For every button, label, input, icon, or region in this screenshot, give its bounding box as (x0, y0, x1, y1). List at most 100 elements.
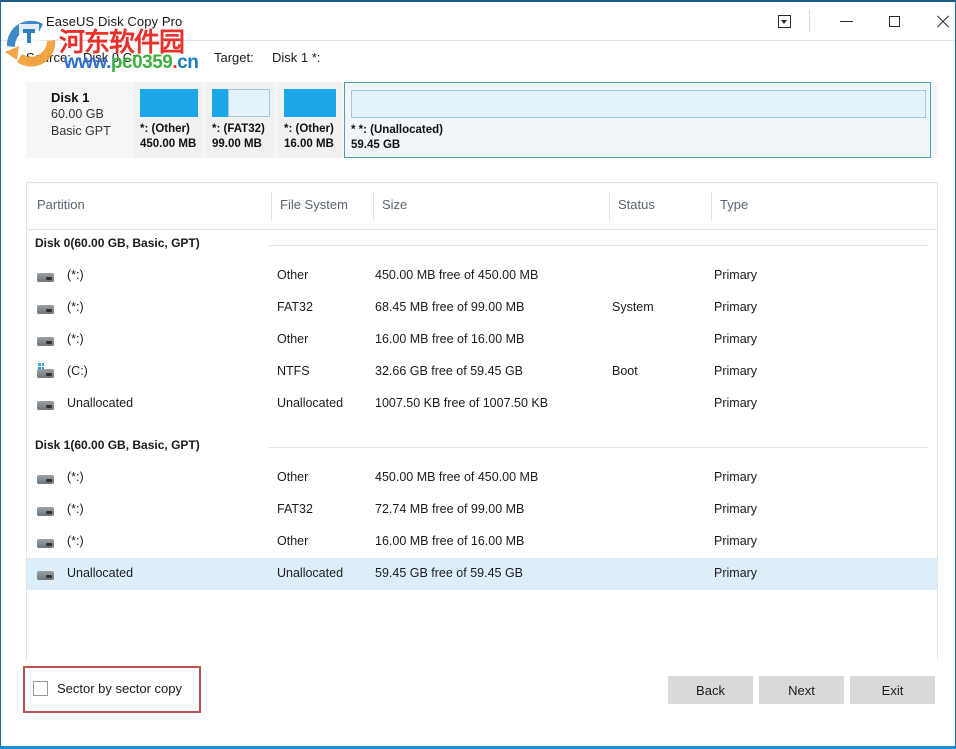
cell-partition: (*:) (67, 332, 84, 346)
system-drive-icon (37, 367, 54, 378)
cell-size: 450.00 MB free of 450.00 MB (375, 470, 538, 484)
cell-size: 59.45 GB free of 59.45 GB (375, 566, 523, 580)
cell-type: Primary (714, 300, 757, 314)
partition-table: Partition File System Size Status Type D… (26, 182, 938, 662)
column-header-partition[interactable]: Partition (37, 197, 85, 212)
table-row[interactable]: (*:) Other 450.00 MB free of 450.00 MB Prim… (27, 260, 937, 292)
restore-down-menu-button[interactable] (761, 2, 807, 40)
cell-filesystem: Other (277, 332, 308, 346)
drive-icon (37, 569, 54, 580)
cell-partition: (*:) (67, 268, 84, 282)
drive-icon (37, 505, 54, 516)
disk-segment[interactable]: *: (Other) 450.00 MB (134, 82, 202, 158)
column-header-size[interactable]: Size (382, 197, 407, 212)
disk-segment-size: 99.00 MB (212, 138, 262, 150)
table-row[interactable]: (*:) Other 450.00 MB free of 450.00 MB Prim… (27, 462, 937, 494)
cell-filesystem: Unallocated (277, 566, 343, 580)
disk-segment-size: 450.00 MB (140, 138, 196, 150)
column-divider[interactable] (373, 191, 374, 221)
cell-type: Primary (714, 396, 757, 410)
column-header-filesystem[interactable]: File System (280, 197, 348, 212)
source-target-bar: Source: Disk 0 C: Target: Disk 1 *: (1, 41, 955, 75)
cell-status: System (612, 300, 654, 314)
column-header-status[interactable]: Status (618, 197, 655, 212)
disk-segment-size: 16.00 MB (284, 138, 334, 150)
drive-icon (37, 399, 54, 410)
source-value: Disk 0 C: (83, 50, 136, 65)
maximize-button[interactable] (871, 2, 917, 40)
column-divider[interactable] (609, 191, 610, 221)
minimize-icon (840, 21, 853, 22)
cell-type: Primary (714, 566, 757, 580)
sector-by-sector-checkbox[interactable] (33, 681, 48, 696)
cell-partition: (*:) (67, 534, 84, 548)
disk-segment-label: *: (Other) (140, 123, 190, 135)
cell-filesystem: Other (277, 470, 308, 484)
column-header-type[interactable]: Type (720, 197, 748, 212)
disk-segment-label: * *: (Unallocated) (351, 124, 443, 136)
back-button[interactable]: Back (668, 676, 753, 704)
close-icon (936, 15, 949, 28)
column-divider[interactable] (271, 191, 272, 221)
disk-map-panel: Disk 1 60.00 GB Basic GPT *: (Other)450.… (26, 82, 938, 158)
window-title: EaseUS Disk Copy Pro (46, 14, 182, 29)
cell-size: 72.74 MB free of 99.00 MB (375, 502, 524, 516)
cell-type: Primary (714, 364, 757, 378)
drive-icon (37, 473, 54, 484)
disk-segment[interactable]: *: (Other) 16.00 MB (278, 82, 342, 158)
cell-filesystem: FAT32 (277, 300, 313, 314)
maximize-icon (889, 16, 900, 27)
group-spacer (27, 590, 937, 602)
disk-segment[interactable]: *: (FAT32) 99.00 MB (206, 82, 274, 158)
disk-group-rule (269, 245, 929, 246)
cell-partition: Unallocated (67, 396, 133, 410)
target-value: Disk 1 *: (272, 50, 320, 65)
cell-size: 450.00 MB free of 450.00 MB (375, 268, 538, 282)
cell-type: Primary (714, 470, 757, 484)
sector-by-sector-label[interactable]: Sector by sector copy (57, 681, 182, 696)
disk-segment-label: *: (FAT32) (212, 123, 265, 135)
table-row[interactable]: (*:)Other16.00 MB free of 16.00 MBPrimar… (27, 526, 937, 558)
column-divider[interactable] (711, 191, 712, 221)
table-row[interactable]: Unallocated Unallocated 59.45 GB free of 5… (27, 558, 937, 590)
target-label: Target: (214, 50, 254, 65)
next-button[interactable]: Next (759, 676, 844, 704)
drive-icon (37, 335, 54, 346)
close-button[interactable] (919, 2, 956, 40)
cell-partition: Unallocated (67, 566, 133, 580)
cell-partition: (*:) (67, 470, 84, 484)
cell-filesystem: Other (277, 268, 308, 282)
cell-size: 32.66 GB free of 59.45 GB (375, 364, 523, 378)
disk-group-title: Disk 0(60.00 GB, Basic, GPT) (35, 236, 200, 250)
table-row[interactable]: (C:)NTFS32.66 GB free of 59.45 GBBootPri… (27, 356, 937, 388)
disk-segment-label: *: (Other) (284, 123, 334, 135)
cell-partition: (C:) (67, 364, 88, 378)
cell-type: Primary (714, 268, 757, 282)
table-header: Partition File System Size Status Type (27, 183, 937, 230)
table-body: Disk 0(60.00 GB, Basic, GPT) (*:) Other 450… (27, 230, 937, 602)
disk-group-header: Disk 1(60.00 GB, Basic, GPT) (27, 432, 937, 462)
cell-size: 68.45 MB free of 99.00 MB (375, 300, 524, 314)
titlebar-divider (809, 10, 810, 32)
cell-filesystem: FAT32 (277, 502, 313, 516)
minimize-button[interactable] (823, 2, 869, 40)
cell-type: Primary (714, 332, 757, 346)
cell-type: Primary (714, 502, 757, 516)
disk-segment-bar (284, 89, 336, 117)
disk-segment-bar (351, 90, 926, 118)
table-row[interactable]: (*:) FAT32 68.45 MB free of 99.00 MB System… (27, 292, 937, 324)
drive-icon (37, 271, 54, 282)
table-row[interactable]: (*:)Other16.00 MB free of 16.00 MBPrimar… (27, 324, 937, 356)
cell-partition: (*:) (67, 300, 84, 314)
exit-button[interactable]: Exit (850, 676, 935, 704)
cell-filesystem: Other (277, 534, 308, 548)
disk-segment-free (228, 89, 270, 117)
cell-type: Primary (714, 534, 757, 548)
cell-partition: (*:) (67, 502, 84, 516)
table-row[interactable]: (*:) FAT32 72.74 MB free of 99.00 MB Primar… (27, 494, 937, 526)
table-row[interactable]: UnallocatedUnallocated1007.50 KB free of… (27, 388, 937, 420)
disk-segment[interactable]: * *: (Unallocated)59.45 GB (344, 82, 931, 158)
disk-copy-window: EaseUS Disk Copy Pro Source: Disk 0 C: T… (0, 0, 956, 749)
drive-icon (37, 537, 54, 548)
cell-size: 1007.50 KB free of 1007.50 KB (375, 396, 548, 410)
